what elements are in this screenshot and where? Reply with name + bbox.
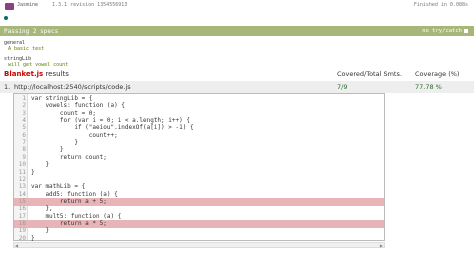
scroll-left-arrow-icon[interactable]: ◀: [15, 243, 18, 248]
jasmine-banner: Jasmine 1.3.1 revision 1354556913 Finish…: [0, 0, 474, 12]
file-path-link[interactable]: http://localhost:2540/scripts/code.js: [14, 83, 131, 91]
coverage-column-header: Coverage (%): [415, 70, 460, 78]
passed-spec-dot-icon[interactable]: [4, 16, 8, 20]
finished-time: Finished in 0.088s: [413, 2, 468, 8]
try-catch-option[interactable]: no try/catch: [422, 28, 468, 34]
file-coverage-percent: 77.78 %: [415, 83, 442, 91]
results-label: results: [43, 70, 69, 78]
jasmine-version: 1.3.1 revision 1354556913: [52, 2, 128, 8]
scroll-right-arrow-icon[interactable]: ▶: [380, 243, 383, 248]
file-index: 1.: [4, 83, 11, 91]
file-coverage-row[interactable]: 1. http://localhost:2540/scripts/code.js…: [0, 81, 474, 93]
jasmine-title: Jasmine: [17, 2, 39, 8]
passing-summary[interactable]: Passing 2 specs: [4, 28, 58, 35]
file-covered-statements: 7/9: [337, 83, 348, 91]
spec-symbol-summary: [0, 14, 474, 22]
passing-bar: Passing 2 specs no try/catch: [0, 26, 474, 36]
blanket-brand: Blanket.js: [4, 70, 44, 78]
jasmine-logo-icon: [5, 3, 14, 10]
spec-results-list: general A basic test stringLib will get …: [4, 40, 68, 68]
source-code-view[interactable]: 1 var stringLib = {2 vowels: function (a)…: [13, 93, 385, 242]
blanket-title: Blanket.js results: [4, 70, 69, 78]
try-catch-checkbox[interactable]: [464, 29, 468, 33]
blanket-results-header: Blanket.js results Covered/Total Smts. C…: [0, 68, 474, 80]
try-catch-label: no try/catch: [422, 28, 462, 34]
horizontal-scrollbar[interactable]: ◀ ▶: [13, 242, 385, 248]
covered-column-header: Covered/Total Smts.: [337, 70, 402, 78]
